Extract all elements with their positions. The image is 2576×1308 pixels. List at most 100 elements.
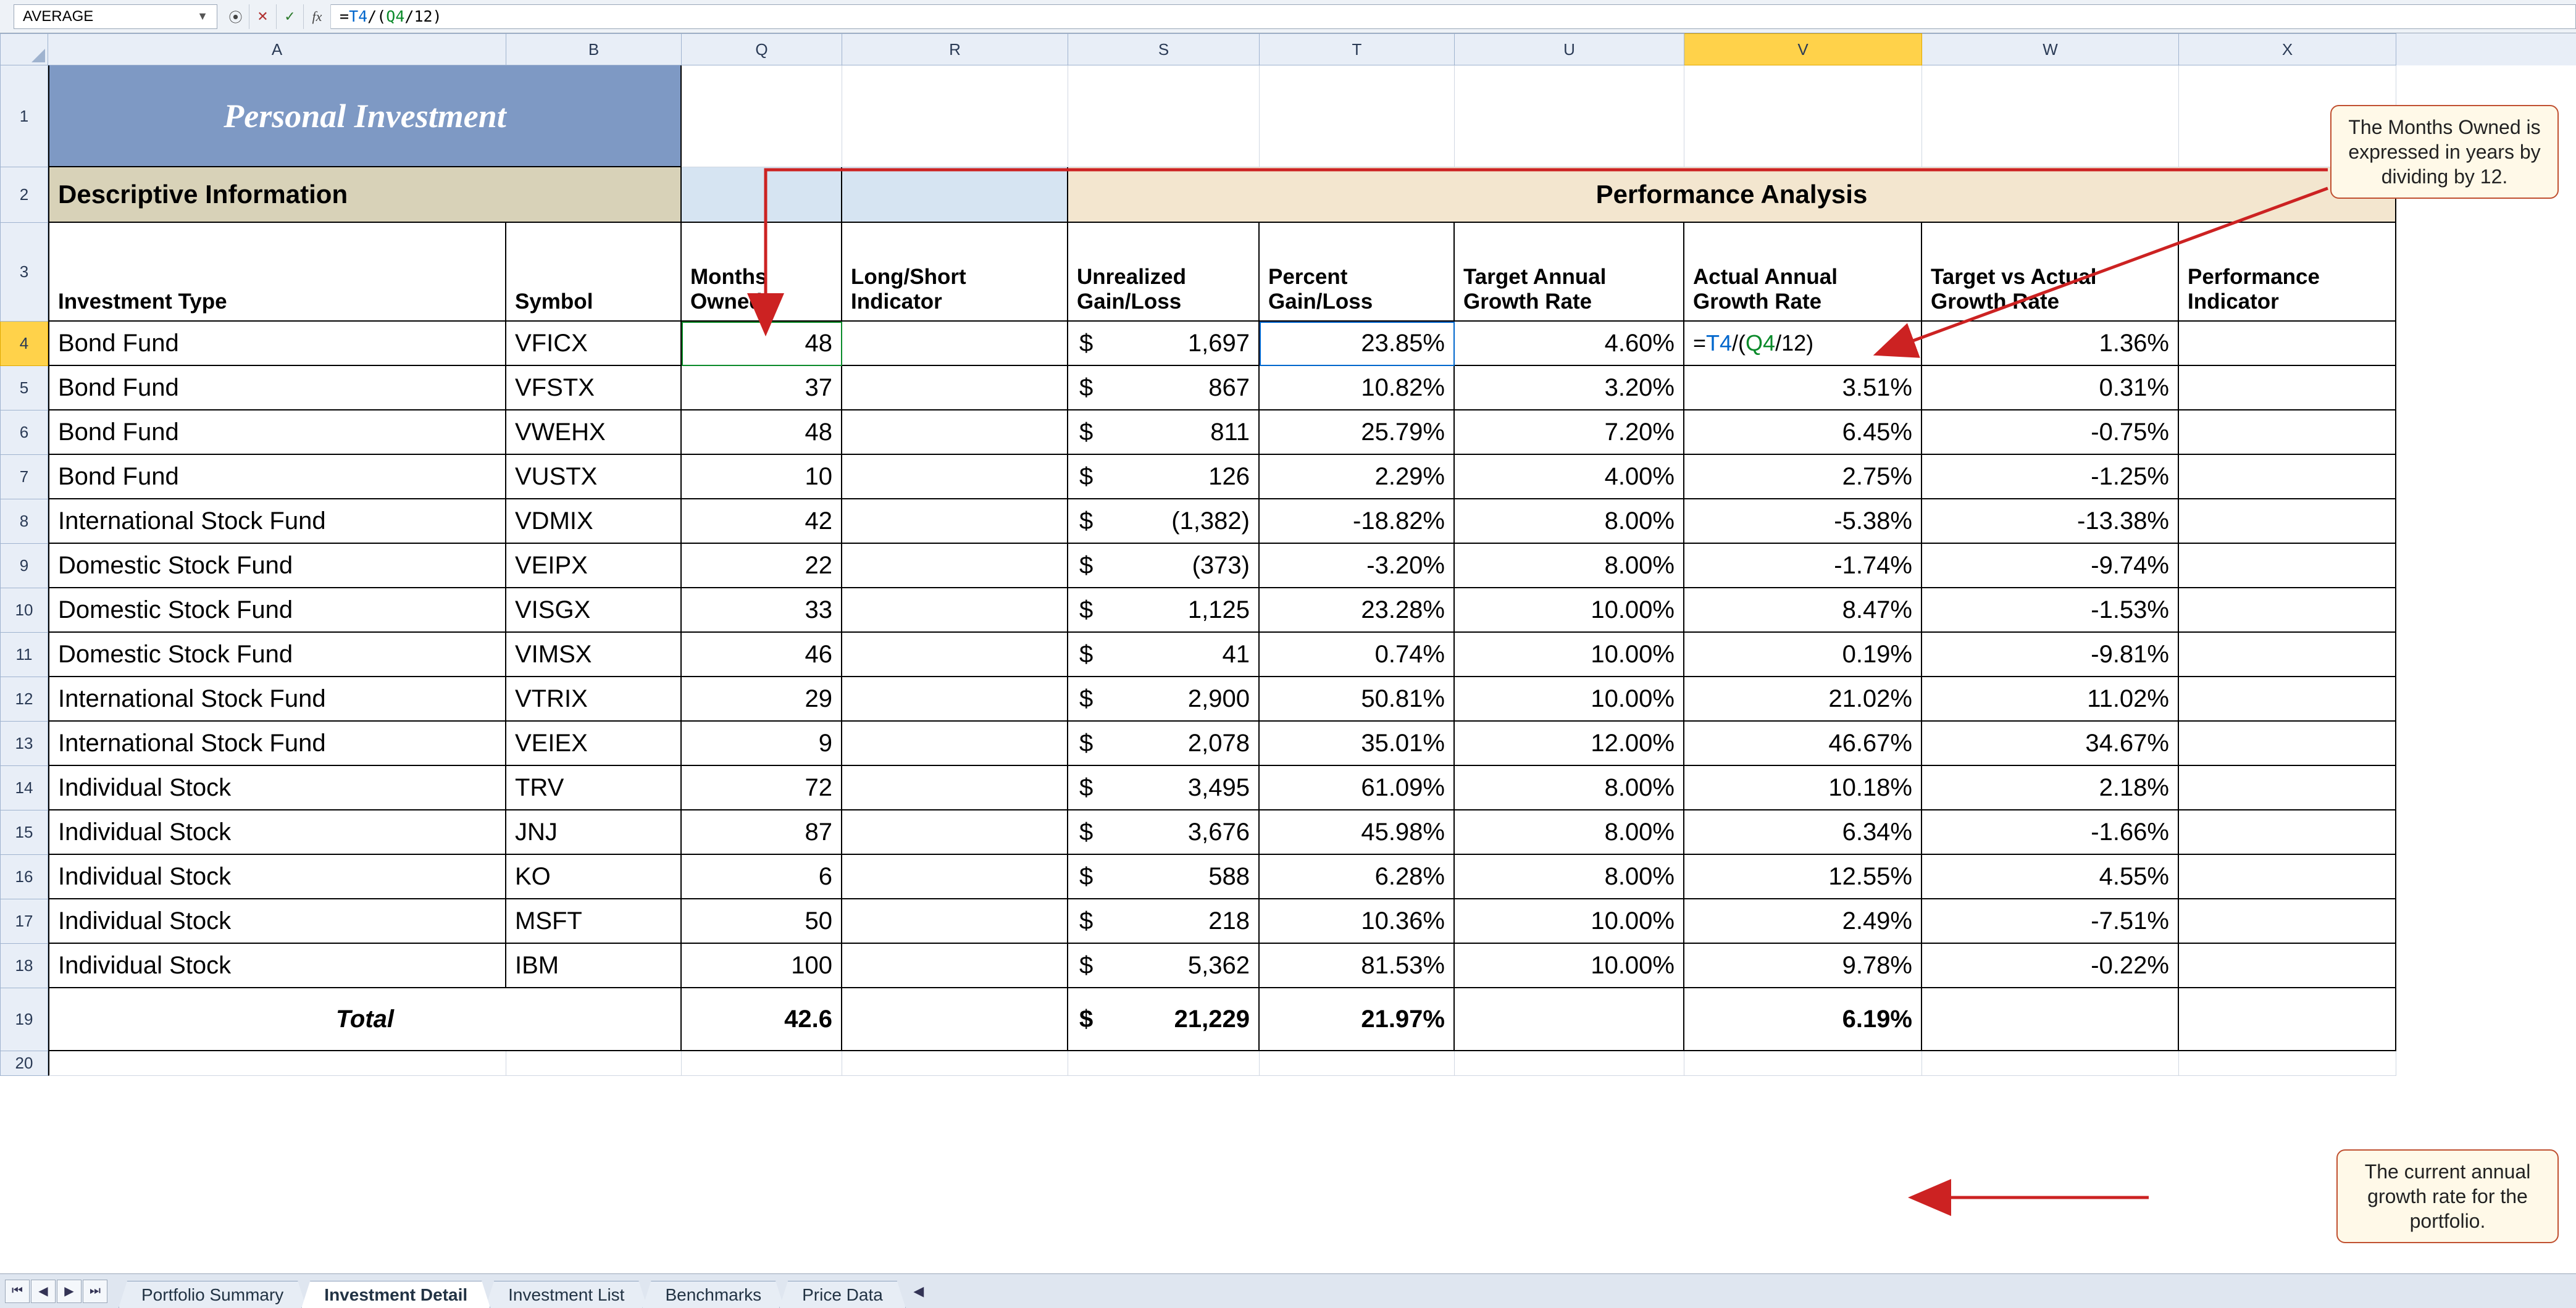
cell-tgt-16[interactable]: 8.00% — [1455, 855, 1684, 899]
cell-months-13[interactable]: 9 — [682, 722, 842, 766]
cell-perf-17[interactable] — [2179, 899, 2396, 944]
cell-symbol-6[interactable]: VWEHX — [506, 410, 682, 455]
row-header-19[interactable]: 19 — [0, 988, 48, 1051]
col-header-U[interactable]: U — [1455, 33, 1684, 65]
cell-tgt-18[interactable]: 10.00% — [1455, 944, 1684, 988]
cell-indicator-6[interactable] — [842, 410, 1068, 455]
cell-pgl-5[interactable]: 10.82% — [1260, 366, 1455, 410]
tab-nav-last[interactable]: ⏭ — [83, 1280, 107, 1303]
cell-perf-10[interactable] — [2179, 588, 2396, 633]
cell-tva-13[interactable]: 34.67% — [1922, 722, 2179, 766]
cell-symbol-5[interactable]: VFSTX — [506, 366, 682, 410]
cell-type-15[interactable]: Individual Stock — [48, 810, 506, 855]
row-header-9[interactable]: 9 — [0, 544, 48, 588]
cell-months-15[interactable]: 87 — [682, 810, 842, 855]
cell-act-13[interactable]: 46.67% — [1684, 722, 1922, 766]
cell-type-9[interactable]: Domestic Stock Fund — [48, 544, 506, 588]
cell-perf-15[interactable] — [2179, 810, 2396, 855]
cell-pgl-4[interactable]: 23.85% — [1260, 322, 1455, 366]
cell-type-14[interactable]: Individual Stock — [48, 766, 506, 810]
cell-symbol-16[interactable]: KO — [506, 855, 682, 899]
cell-months-12[interactable]: 29 — [682, 677, 842, 722]
cell-act-4[interactable]: =T4/(Q4/12) — [1684, 322, 1922, 366]
cell-tgt-12[interactable]: 10.00% — [1455, 677, 1684, 722]
cell-tva-7[interactable]: -1.25% — [1922, 455, 2179, 499]
cell-perf-16[interactable] — [2179, 855, 2396, 899]
cell-tva-12[interactable]: 11.02% — [1922, 677, 2179, 722]
cell-ugl-4[interactable]: $1,697 — [1068, 322, 1260, 366]
sheet-tab-price-data[interactable]: Price Data — [779, 1281, 906, 1308]
row-header-4[interactable]: 4 — [0, 322, 48, 366]
cell-pgl-18[interactable]: 81.53% — [1260, 944, 1455, 988]
tab-nav-first[interactable]: ⏮ — [5, 1280, 30, 1303]
cell-tva-9[interactable]: -9.74% — [1922, 544, 2179, 588]
cell-pgl-7[interactable]: 2.29% — [1260, 455, 1455, 499]
row-header-8[interactable]: 8 — [0, 499, 48, 544]
cell-symbol-14[interactable]: TRV — [506, 766, 682, 810]
cell-indicator-4[interactable] — [842, 322, 1068, 366]
name-box-dropdown-icon[interactable]: ▼ — [197, 10, 208, 23]
row-header-3[interactable]: 3 — [0, 223, 48, 322]
cell-type-17[interactable]: Individual Stock — [48, 899, 506, 944]
row-header-20[interactable]: 20 — [0, 1051, 48, 1076]
cell-symbol-18[interactable]: IBM — [506, 944, 682, 988]
cell-indicator-17[interactable] — [842, 899, 1068, 944]
cell-indicator-12[interactable] — [842, 677, 1068, 722]
col-header-T[interactable]: T — [1260, 33, 1455, 65]
cell-act-18[interactable]: 9.78% — [1684, 944, 1922, 988]
cell-symbol-17[interactable]: MSFT — [506, 899, 682, 944]
col-header-W[interactable]: W — [1922, 33, 2179, 65]
cell-tgt-5[interactable]: 3.20% — [1455, 366, 1684, 410]
enter-icon[interactable]: ✓ — [277, 4, 304, 29]
row-header-2[interactable]: 2 — [0, 167, 48, 223]
tab-nav-next[interactable]: ▶ — [57, 1280, 82, 1303]
cell-perf-5[interactable] — [2179, 366, 2396, 410]
row-header-15[interactable]: 15 — [0, 810, 48, 855]
cell-months-5[interactable]: 37 — [682, 366, 842, 410]
cell-act-15[interactable]: 6.34% — [1684, 810, 1922, 855]
row-header-16[interactable]: 16 — [0, 855, 48, 899]
cell-pgl-6[interactable]: 25.79% — [1260, 410, 1455, 455]
cell-months-17[interactable]: 50 — [682, 899, 842, 944]
cell-pgl-14[interactable]: 61.09% — [1260, 766, 1455, 810]
cells-area[interactable]: Personal Investment Descriptive Informat… — [48, 65, 2576, 1076]
cell-tgt-6[interactable]: 7.20% — [1455, 410, 1684, 455]
cell-months-4[interactable]: 48 — [682, 322, 842, 366]
cell-pgl-13[interactable]: 35.01% — [1260, 722, 1455, 766]
cell-indicator-16[interactable] — [842, 855, 1068, 899]
cell-ugl-15[interactable]: $3,676 — [1068, 810, 1260, 855]
cell-symbol-7[interactable]: VUSTX — [506, 455, 682, 499]
row-header-12[interactable]: 12 — [0, 677, 48, 722]
cell-tva-17[interactable]: -7.51% — [1922, 899, 2179, 944]
cell-type-12[interactable]: International Stock Fund — [48, 677, 506, 722]
cell-symbol-4[interactable]: VFICX — [506, 322, 682, 366]
sheet-tab-portfolio-summary[interactable]: Portfolio Summary — [119, 1281, 306, 1308]
tab-nav-prev[interactable]: ◀ — [31, 1280, 56, 1303]
col-header-X[interactable]: X — [2179, 33, 2396, 65]
cell-perf-7[interactable] — [2179, 455, 2396, 499]
cell-indicator-15[interactable] — [842, 810, 1068, 855]
cell-months-6[interactable]: 48 — [682, 410, 842, 455]
row-header-6[interactable]: 6 — [0, 410, 48, 455]
cell-symbol-9[interactable]: VEIPX — [506, 544, 682, 588]
row-header-13[interactable]: 13 — [0, 722, 48, 766]
cell-months-8[interactable]: 42 — [682, 499, 842, 544]
cell-act-6[interactable]: 6.45% — [1684, 410, 1922, 455]
cell-months-16[interactable]: 6 — [682, 855, 842, 899]
cell-ugl-12[interactable]: $2,900 — [1068, 677, 1260, 722]
cell-ugl-7[interactable]: $126 — [1068, 455, 1260, 499]
cell-ugl-16[interactable]: $588 — [1068, 855, 1260, 899]
cell-perf-12[interactable] — [2179, 677, 2396, 722]
cell-tva-15[interactable]: -1.66% — [1922, 810, 2179, 855]
cell-tva-4[interactable]: 1.36% — [1922, 322, 2179, 366]
cell-tgt-13[interactable]: 12.00% — [1455, 722, 1684, 766]
cell-act-11[interactable]: 0.19% — [1684, 633, 1922, 677]
cell-ugl-8[interactable]: $(1,382) — [1068, 499, 1260, 544]
cell-type-7[interactable]: Bond Fund — [48, 455, 506, 499]
cell-tgt-9[interactable]: 8.00% — [1455, 544, 1684, 588]
col-header-Q[interactable]: Q — [682, 33, 842, 65]
cell-tgt-17[interactable]: 10.00% — [1455, 899, 1684, 944]
cell-symbol-13[interactable]: VEIEX — [506, 722, 682, 766]
cell-act-7[interactable]: 2.75% — [1684, 455, 1922, 499]
cell-months-7[interactable]: 10 — [682, 455, 842, 499]
